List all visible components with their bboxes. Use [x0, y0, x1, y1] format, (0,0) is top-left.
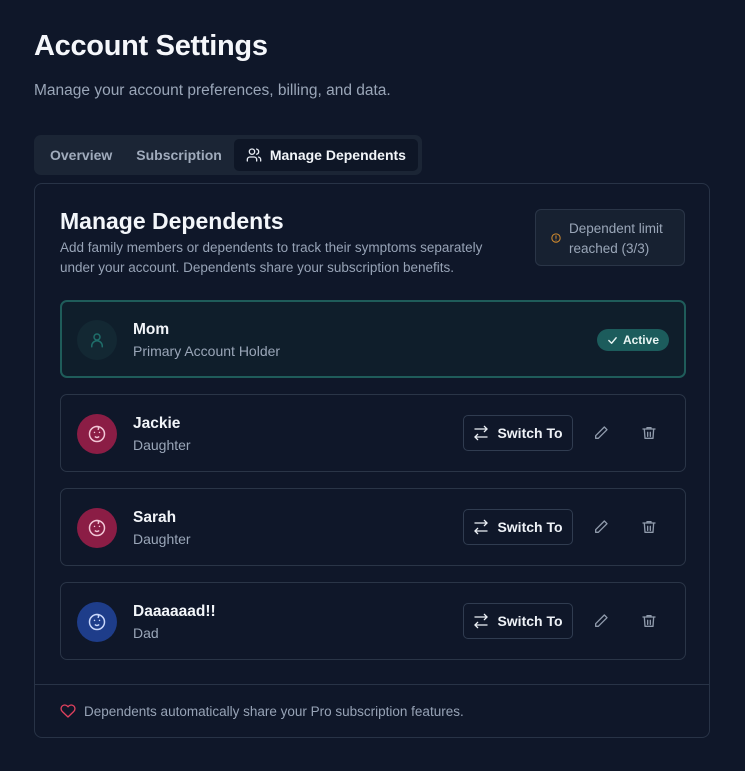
- card-title: Manage Dependents: [60, 208, 284, 234]
- dependent-row: Jackie Daughter Switch To: [60, 394, 686, 472]
- tab-label: Manage Dependents: [269, 147, 406, 163]
- switch-arrows-icon: [474, 425, 489, 441]
- dependent-row: Sarah Daughter Switch To: [60, 488, 686, 566]
- switch-to-button[interactable]: Switch To: [463, 603, 573, 639]
- limit-text: Dependent limit reached (3/3): [569, 221, 663, 256]
- pencil-icon: [595, 520, 608, 533]
- page-subtitle: Manage your account preferences, billing…: [34, 82, 391, 99]
- heart-icon: [60, 704, 76, 718]
- avatar: [77, 414, 117, 454]
- edit-button[interactable]: [589, 421, 613, 445]
- member-role: Primary Account Holder: [133, 343, 281, 359]
- avatar: [77, 602, 117, 642]
- dependents-card: Manage Dependents Add family members or …: [34, 183, 710, 738]
- trash-icon: [642, 521, 656, 533]
- member-name: Mom: [133, 321, 170, 338]
- pencil-icon: [595, 614, 608, 627]
- switch-arrows-icon: [474, 519, 489, 535]
- delete-button[interactable]: [637, 515, 661, 539]
- avatar: [77, 508, 117, 548]
- member-role: Daughter: [133, 531, 191, 547]
- member-name: Jackie: [133, 415, 181, 432]
- member-role: Dad: [133, 625, 159, 641]
- baby-icon: [88, 613, 106, 631]
- settings-tabs: Overview Subscription Manage Dependents: [34, 135, 422, 175]
- page-title: Account Settings: [34, 30, 268, 62]
- pencil-icon: [595, 426, 608, 439]
- member-name: Sarah: [133, 509, 177, 526]
- check-icon: [608, 336, 617, 344]
- dependent-row: Daaaaaad!! Dad Switch To: [60, 582, 686, 660]
- dependent-limit-notice: Dependent limit reached (3/3): [535, 209, 685, 266]
- edit-button[interactable]: [589, 515, 613, 539]
- trash-icon: [642, 615, 656, 627]
- status-badge: Active: [596, 329, 669, 351]
- footer-note: Dependents automatically share your Pro …: [84, 703, 464, 719]
- users-icon: [246, 148, 262, 162]
- baby-icon: [88, 519, 106, 537]
- delete-button[interactable]: [637, 421, 661, 445]
- tab-manage-dependents[interactable]: Manage Dependents: [233, 139, 418, 171]
- primary-member-row: Mom Primary Account Holder Active: [60, 300, 686, 378]
- switch-to-button[interactable]: Switch To: [463, 509, 573, 545]
- switch-label: Switch To: [497, 425, 563, 441]
- user-icon: [91, 333, 103, 348]
- member-role: Daughter: [133, 437, 191, 453]
- member-name: Daaaaaad!!: [133, 603, 216, 620]
- delete-button[interactable]: [637, 609, 661, 633]
- switch-to-button[interactable]: Switch To: [463, 415, 573, 451]
- avatar: [77, 320, 117, 360]
- tab-overview[interactable]: Overview: [38, 139, 124, 171]
- trash-icon: [642, 427, 656, 439]
- card-footer: Dependents automatically share your Pro …: [35, 684, 709, 737]
- switch-label: Switch To: [497, 613, 563, 629]
- alert-circle-icon: [551, 233, 561, 243]
- baby-icon: [88, 425, 106, 443]
- card-description: Add family members or dependents to trac…: [60, 240, 483, 275]
- edit-button[interactable]: [589, 609, 613, 633]
- switch-label: Switch To: [497, 519, 563, 535]
- tab-subscription[interactable]: Subscription: [124, 139, 234, 171]
- switch-arrows-icon: [474, 613, 489, 629]
- status-label: Active: [622, 333, 659, 347]
